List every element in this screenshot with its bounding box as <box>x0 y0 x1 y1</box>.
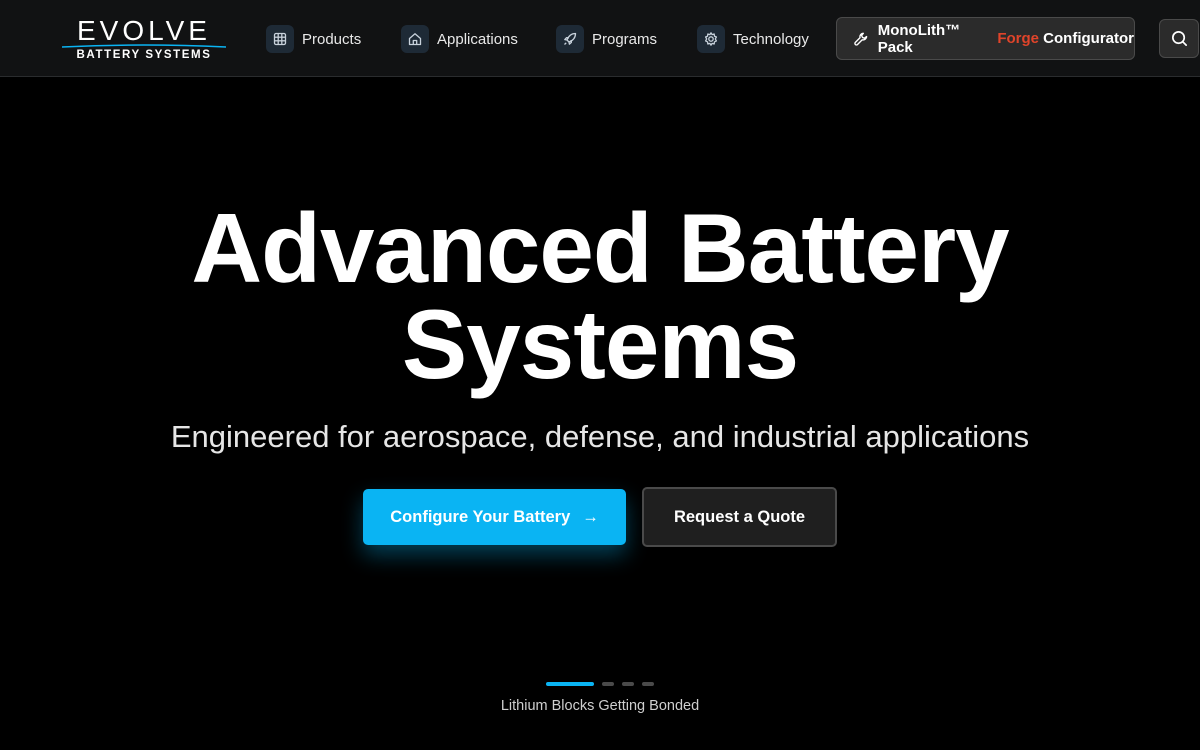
logo-subtitle: BATTERY SYSTEMS <box>76 49 212 61</box>
configure-battery-label: Configure Your Battery <box>390 507 571 526</box>
rocket-icon <box>556 25 584 53</box>
wrench-icon <box>854 32 868 46</box>
configurator-label-forge: Forge <box>997 30 1039 47</box>
configurator-label-prefix: MonoLith™ Pack <box>877 21 961 56</box>
nav-label-products: Products <box>302 30 362 48</box>
hero-title-line-1: Advanced Battery <box>191 193 1009 303</box>
carousel-dot-1[interactable] <box>546 682 594 686</box>
nav-label-applications: Applications <box>437 30 518 48</box>
hero-title: Advanced Battery Systems <box>0 199 1200 393</box>
search-button[interactable] <box>1159 19 1199 58</box>
packforge-configurator-button[interactable]: MonoLith™ Pack Forge Configurator <box>836 17 1135 60</box>
nav-item-programs[interactable]: Programs <box>556 25 657 53</box>
nav-item-products[interactable]: Products <box>266 25 361 53</box>
nav-item-applications[interactable]: Applications <box>401 25 518 53</box>
request-quote-button[interactable]: Request a Quote <box>642 487 837 547</box>
grid-icon <box>266 25 294 53</box>
search-icon <box>1171 30 1187 47</box>
carousel-dot-2[interactable] <box>602 682 614 686</box>
nav-label-programs: Programs <box>592 30 658 48</box>
hero-subtitle: Engineered for aerospace, defense, and i… <box>170 419 1030 454</box>
carousel-dot-4[interactable] <box>642 682 654 686</box>
logo-wordmark: EVOLVE <box>77 15 211 46</box>
configure-battery-button[interactable]: Configure Your Battery → <box>363 489 626 545</box>
slide-caption: Lithium Blocks Getting Bonded <box>500 698 700 714</box>
evolve-logo[interactable]: EVOLVE BATTERY SYSTEMS <box>62 16 226 62</box>
nav-label-technology: Technology <box>733 30 809 48</box>
carousel-dot-3[interactable] <box>622 682 634 686</box>
home-icon <box>401 25 429 53</box>
arrow-right-icon: → <box>582 507 599 526</box>
top-navigation-bar: EVOLVE BATTERY SYSTEMS Products Applicat… <box>0 0 1200 77</box>
nav-item-technology[interactable]: Technology <box>697 25 809 53</box>
hero-title-line-2: Systems <box>401 289 799 399</box>
configurator-label-suffix: Configurator <box>1039 30 1134 47</box>
gear-icon <box>697 25 725 53</box>
